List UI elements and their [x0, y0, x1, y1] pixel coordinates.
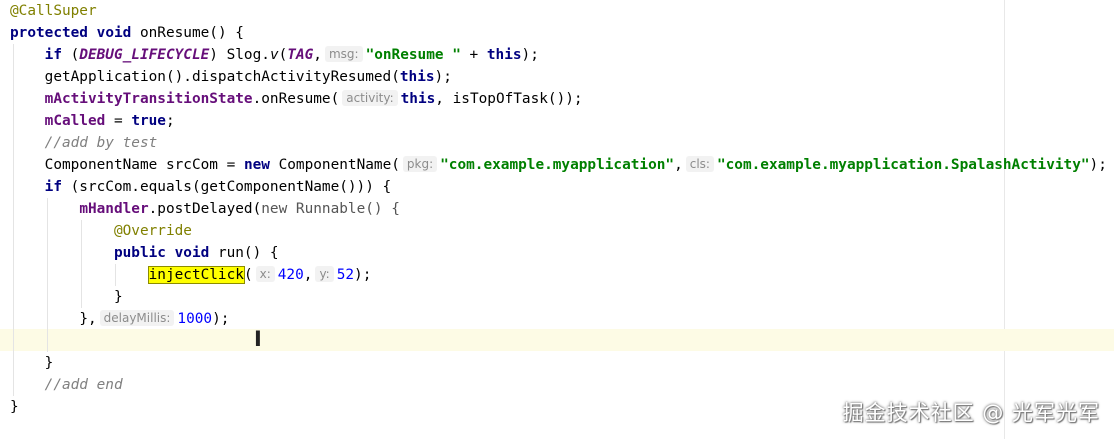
string-token: "com.example.myapplication.SpalashActivi… [716, 157, 1090, 173]
code-token: , [313, 47, 322, 63]
code-token: ; [165, 113, 175, 129]
parameter-hint: x: [255, 266, 275, 282]
parameter-hint: cls: [685, 156, 714, 172]
code-token: ); [1089, 157, 1107, 173]
code-line[interactable]: //add end [10, 374, 123, 396]
code-line[interactable]: @CallSuper [10, 0, 97, 22]
code-line[interactable]: } [10, 396, 19, 418]
code-token: ComponentName srcCom = [44, 157, 244, 173]
code-token: onResume() { [131, 25, 244, 41]
code-line[interactable]: injectClick(x: 420, y: 52); [10, 264, 371, 286]
text-cursor-icon: I [254, 327, 262, 351]
code-line[interactable]: public void run() { [10, 242, 279, 264]
string-token: "onResume " [365, 47, 461, 63]
code-token: = [105, 113, 132, 129]
code-token: run() { [209, 245, 279, 261]
parameter-hint: msg: [324, 46, 363, 62]
keyword-token: if [44, 47, 62, 63]
parameter-hint: pkg: [402, 156, 438, 172]
annotation-token: @CallSuper [10, 3, 97, 19]
comment-token: //add by test [44, 135, 158, 151]
code-token: } [113, 289, 123, 305]
parameter-hint: delayMillis: [99, 310, 175, 326]
code-line[interactable]: getApplication().dispatchActivityResumed… [10, 66, 452, 88]
muted-token: Runnable() { [287, 201, 400, 217]
field-token: mCalled [44, 113, 106, 129]
right-margin-guide [1004, 0, 1005, 439]
muted-token: new [261, 201, 288, 217]
code-token: ( [278, 47, 288, 63]
code-line[interactable]: mActivityTransitionState.onResume(activi… [10, 88, 583, 110]
keyword-token: protected [10, 25, 88, 41]
number-token: 1000 [177, 311, 213, 327]
keyword-token: public [113, 245, 166, 261]
keyword-token: if [44, 179, 62, 195]
annotation-token: @Override [113, 223, 192, 239]
code-token: ( [61, 47, 80, 63]
highlighted-method-call[interactable]: injectClick [147, 266, 245, 284]
code-token: ); [434, 69, 452, 85]
code-token: ); [521, 47, 539, 63]
number-token: 420 [277, 267, 304, 283]
field-token: mHandler [79, 201, 149, 217]
code-token: ); [354, 267, 372, 283]
comment-token: //add end [44, 377, 123, 393]
code-token: , [674, 157, 683, 173]
code-token: getApplication().dispatchActivityResumed… [44, 69, 400, 85]
code-line[interactable]: mCalled = true; [10, 110, 175, 132]
keyword-token: void [96, 25, 132, 41]
method-token: v [269, 47, 279, 63]
code-line[interactable]: ComponentName srcCom = new ComponentName… [10, 154, 1107, 176]
parameter-hint: activity: [342, 90, 398, 106]
code-line[interactable]: } [10, 352, 54, 374]
code-token: (srcCom.equals(getComponentName())) { [61, 179, 392, 195]
watermark: 掘金技术社区 @ 光军光军 [842, 401, 1100, 425]
code-token: ( [243, 267, 253, 283]
keyword-token: new [243, 157, 270, 173]
keyword-token: this [486, 47, 522, 63]
code-line[interactable]: mHandler.postDelayed(new Runnable() { [10, 198, 400, 220]
code-token: } [44, 355, 54, 371]
code-token: .onResume( [252, 91, 340, 107]
string-token: "com.example.myapplication" [440, 157, 675, 173]
code-token: ); [212, 311, 230, 327]
keyword-token: true [131, 113, 166, 129]
code-token: }, [79, 311, 97, 327]
code-line[interactable]: } [10, 286, 123, 308]
code-token: .postDelayed( [148, 201, 262, 217]
number-token: 52 [336, 267, 355, 283]
code-token: ComponentName( [269, 157, 400, 173]
parameter-hint: y: [315, 266, 334, 282]
code-editor[interactable]: @CallSuper protected void onResume() { i… [0, 0, 1114, 439]
code-token: ) Slog. [209, 47, 270, 63]
current-line-highlight [0, 329, 1114, 351]
code-line[interactable]: }, delayMillis: 1000); [10, 308, 229, 330]
keyword-token: this [399, 69, 435, 85]
code-line[interactable]: if (srcCom.equals(getComponentName())) { [10, 176, 392, 198]
keyword-token: void [174, 245, 210, 261]
code-line[interactable]: protected void onResume() { [10, 22, 244, 44]
constant-token: TAG [287, 47, 314, 63]
code-token: + [460, 47, 487, 63]
field-token: mActivityTransitionState [44, 91, 253, 107]
constant-token: DEBUG_LIFECYCLE [79, 47, 210, 63]
keyword-token: this [400, 91, 436, 107]
code-token: } [10, 399, 19, 415]
code-line[interactable]: if (DEBUG_LIFECYCLE) Slog.v(TAG, msg: "onR… [10, 44, 539, 66]
code-token: , [303, 267, 313, 283]
code-line[interactable]: @Override [10, 220, 192, 242]
code-token: , isTopOfTask()); [435, 91, 583, 107]
code-line[interactable]: //add by test [10, 132, 158, 154]
